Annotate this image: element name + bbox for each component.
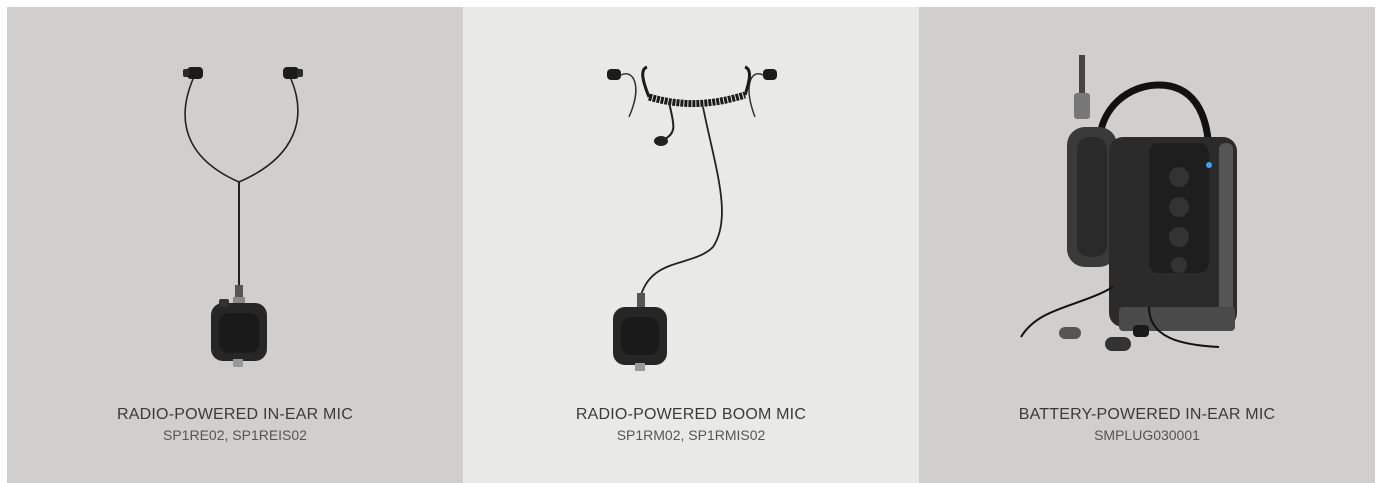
battery-in-ear-mic-image bbox=[1020, 55, 1237, 351]
product-caption: RADIO-POWERED IN-EAR MIC SP1RE02, SP1REI… bbox=[7, 405, 463, 444]
product-title[interactable]: RADIO-POWERED BOOM MIC bbox=[463, 405, 919, 425]
product-title[interactable]: BATTERY-POWERED IN-EAR MIC bbox=[919, 405, 1375, 425]
product-sku: SMPLUG030001 bbox=[1094, 427, 1200, 443]
product-caption: BATTERY-POWERED IN-EAR MIC SMPLUG030001 bbox=[919, 405, 1375, 444]
product-card-radio-boom[interactable]: RADIO-POWERED BOOM MIC SP1RM02, SP1RMIS0… bbox=[463, 7, 919, 483]
product-grid: RADIO-POWERED IN-EAR MIC SP1RE02, SP1REI… bbox=[7, 7, 1375, 483]
product-card-radio-in-ear[interactable]: RADIO-POWERED IN-EAR MIC SP1RE02, SP1REI… bbox=[7, 7, 463, 483]
product-sku: SP1RE02, SP1REIS02 bbox=[163, 427, 307, 443]
product-sku: SP1RM02, SP1RMIS02 bbox=[616, 427, 766, 443]
product-card-battery-in-ear[interactable]: BATTERY-POWERED IN-EAR MIC SMPLUG030001 bbox=[919, 7, 1375, 483]
product-caption: RADIO-POWERED BOOM MIC SP1RM02, SP1RMIS0… bbox=[463, 405, 919, 444]
product-title[interactable]: RADIO-POWERED IN-EAR MIC bbox=[7, 405, 463, 425]
radio-in-ear-mic-image bbox=[183, 67, 303, 367]
radio-boom-mic-image bbox=[607, 65, 777, 371]
